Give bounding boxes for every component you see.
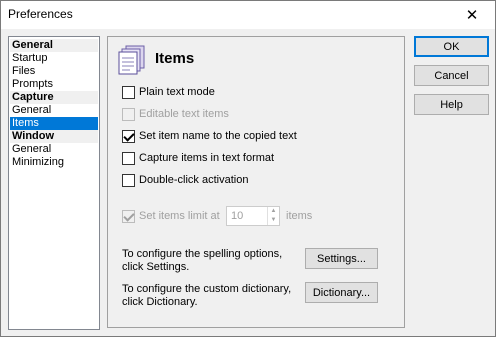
dictionary-desc-line2: click Dictionary. [122,296,198,308]
ok-button[interactable]: OK [414,36,489,57]
dictionary-description: To configure the custom dictionary, clic… [122,283,291,309]
spelling-desc-line2: click Settings. [122,261,190,273]
editable-text-items-label: Editable text items [139,108,229,120]
help-button[interactable]: Help [414,94,489,115]
set-items-limit-label: Set items limit at [139,210,220,222]
nav-item-window-general[interactable]: General [10,143,98,156]
nav-item-files[interactable]: Files [10,65,98,78]
dictionary-button[interactable]: Dictionary... [305,282,378,303]
items-limit-spinner: 10 ▲ ▼ [226,206,280,226]
set-items-limit-checkbox [122,209,135,223]
cancel-button[interactable]: Cancel [414,65,489,86]
set-item-name-option[interactable]: Set item name to the copied text [122,128,297,144]
spin-down-icon: ▼ [270,217,277,223]
editable-text-items-option: Editable text items [122,106,229,122]
plain-text-mode-label: Plain text mode [139,86,215,98]
plain-text-mode-checkbox[interactable] [122,85,135,99]
title-bar: Preferences ✕ [1,1,495,29]
capture-text-format-option[interactable]: Capture items in text format [122,150,274,166]
spinner-arrows: ▲ ▼ [267,207,279,225]
double-click-option[interactable]: Double-click activation [122,172,248,188]
nav-item-items[interactable]: Items [10,117,98,130]
nav-item-startup[interactable]: Startup [10,52,98,65]
items-limit-value: 10 [231,210,244,222]
double-click-label: Double-click activation [139,174,249,186]
documents-icon [118,45,145,75]
nav-header-window[interactable]: Window [10,130,98,143]
set-item-name-checkbox[interactable] [122,129,135,143]
close-icon[interactable]: ✕ [449,1,495,29]
nav-header-capture[interactable]: Capture [10,91,98,104]
items-limit-unit: items [286,210,313,222]
dictionary-desc-line1: To configure the custom dictionary, [122,283,292,295]
spin-up-icon: ▲ [270,208,277,214]
nav-item-prompts[interactable]: Prompts [10,78,98,91]
preferences-dialog: Preferences ✕ General Startup Files Prom… [0,0,496,337]
category-list[interactable]: General Startup Files Prompts Capture Ge… [8,36,100,330]
spelling-description: To configure the spelling options, click… [122,248,282,274]
capture-text-format-label: Capture items in text format [139,152,275,164]
nav-header-general[interactable]: General [10,39,98,52]
page-title: Items [155,50,195,67]
spelling-desc-line1: To configure the spelling options, [122,248,283,260]
plain-text-mode-option[interactable]: Plain text mode [122,84,215,100]
set-items-limit-option: Set items limit at [122,208,220,224]
set-item-name-label: Set item name to the copied text [139,130,297,142]
nav-item-capture-general[interactable]: General [10,104,98,117]
settings-button[interactable]: Settings... [305,248,378,269]
window-title: Preferences [8,7,73,21]
items-settings-panel: Items Plain text mode Editable text item… [107,36,405,328]
nav-item-minimizing[interactable]: Minimizing [10,156,98,169]
editable-text-items-checkbox [122,107,135,121]
double-click-checkbox[interactable] [122,173,135,187]
capture-text-format-checkbox[interactable] [122,151,135,165]
